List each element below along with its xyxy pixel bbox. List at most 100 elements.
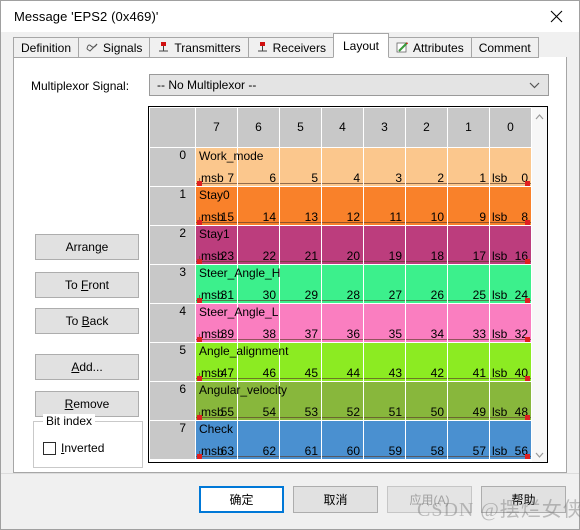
scroll-down-button[interactable] (532, 445, 548, 462)
to-back-button[interactable]: To Back (35, 308, 139, 334)
grid-col-header-7[interactable]: 7 (195, 107, 238, 148)
signal-bit-cell[interactable]: 20 (321, 225, 364, 265)
signal-bit-cell[interactable]: 13 (279, 186, 322, 226)
to-front-pre: To (64, 278, 81, 292)
signal-bit-cell[interactable]: 41 (447, 342, 490, 382)
signal-bit-cell[interactable]: 35 (363, 303, 406, 343)
signal-bit-cell[interactable]: 51 (363, 381, 406, 421)
add-button[interactable]: Add... (35, 354, 139, 380)
table-row[interactable]: 7 Check msb 63 62 61 60 59 58 57 lsb 56 (149, 420, 531, 460)
signal-bit-cell[interactable]: Angle_alignment msb 47 (195, 342, 288, 382)
signal-bit-cell[interactable]: lsb 0 (489, 147, 531, 187)
signal-bit-cell[interactable]: 21 (279, 225, 322, 265)
signal-bit-cell[interactable]: Steer_Angle_L msb 39 (195, 303, 278, 343)
arrange-button[interactable]: Arrange (35, 234, 139, 260)
signal-bit-cell[interactable]: 27 (363, 264, 406, 304)
cancel-button[interactable]: 取消 (293, 486, 378, 513)
signal-bit-cell[interactable]: 22 (237, 225, 280, 265)
tab-layout[interactable]: Layout (332, 33, 390, 58)
signal-bit-cell[interactable]: 18 (405, 225, 448, 265)
signal-bit-cell[interactable]: 34 (405, 303, 448, 343)
tab-definition[interactable]: Definition (13, 37, 80, 58)
signal-bit-cell[interactable]: lsb 56 (489, 420, 531, 460)
signal-bit-cell[interactable]: 1 (447, 147, 490, 187)
signal-bit-cell[interactable]: Steer_Angle_H msb 31 (195, 264, 280, 304)
signal-bit-cell[interactable]: 2 (405, 147, 448, 187)
signal-bit-cell[interactable]: 50 (405, 381, 448, 421)
signal-bit-cell[interactable]: 49 (447, 381, 490, 421)
grid-col-header-3[interactable]: 3 (363, 107, 406, 148)
signal-bit-cell[interactable]: 14 (237, 186, 280, 226)
help-button[interactable]: 帮助 (481, 486, 566, 513)
grid-col-header-0[interactable]: 0 (489, 107, 531, 148)
signal-bit-cell[interactable]: 19 (363, 225, 406, 265)
signal-bit-cell[interactable]: Angular_velocity msb 55 (195, 381, 287, 421)
bit-index-label: 18 (430, 249, 444, 263)
lsb-label: lsb (492, 288, 508, 302)
signal-bit-cell[interactable]: 3 (363, 147, 406, 187)
signal-bit-cell[interactable]: Check msb 63 (195, 420, 238, 460)
tab-receivers[interactable]: Receivers (247, 37, 334, 58)
grid-col-header-1[interactable]: 1 (447, 107, 490, 148)
signal-bit-cell[interactable]: 43 (363, 342, 406, 382)
signal-bit-cell[interactable]: 12 (321, 186, 364, 226)
signal-bit-cell[interactable]: Stay0 msb 15 (195, 186, 238, 226)
signal-bit-cell[interactable]: 60 (321, 420, 364, 460)
signal-bit-cell[interactable]: 17 (447, 225, 490, 265)
signal-bit-cell[interactable]: 62 (237, 420, 280, 460)
scroll-up-button[interactable] (532, 107, 548, 124)
inverted-checkbox[interactable] (43, 441, 56, 455)
signal-bit-cell[interactable]: 26 (405, 264, 448, 304)
close-button[interactable] (533, 1, 579, 31)
signal-bit-cell[interactable]: 52 (321, 381, 364, 421)
to-front-button[interactable]: To Front (35, 272, 139, 298)
grid-header-row: 7 6 5 4 3 2 1 0 (149, 107, 531, 148)
table-row[interactable]: 3 Steer_Angle_H msb 31 30 29 28 27 26 25 lsb 24 (149, 264, 531, 304)
grid-vertical-scrollbar[interactable] (531, 107, 547, 462)
signal-bit-cell[interactable]: 59 (363, 420, 406, 460)
inverted-checkbox-row[interactable]: Inverted (43, 441, 104, 455)
signal-bit-cell[interactable]: lsb 32 (489, 303, 531, 343)
multiplexor-signal-select[interactable]: -- No Multiplexor -- (149, 74, 549, 96)
table-row[interactable]: 6 Angular_velocity msb 55 54 53 52 51 50 49 lsb 48 (149, 381, 531, 421)
signal-bit-cell[interactable]: lsb 16 (489, 225, 531, 265)
tab-comment[interactable]: Comment (470, 37, 539, 58)
tab-attributes[interactable]: Attributes (388, 37, 472, 58)
signal-bit-cell[interactable]: lsb 48 (489, 381, 531, 421)
signal-bit-cell[interactable]: 25 (447, 264, 490, 304)
signal-bit-cell[interactable]: 61 (279, 420, 322, 460)
bit-index-label: 11 (389, 210, 402, 224)
tab-signals[interactable]: Signals (78, 37, 151, 58)
table-row[interactable]: 2 Stay1 msb 23 22 21 20 19 18 17 lsb 16 (149, 225, 531, 265)
signal-bit-cell[interactable]: lsb 40 (489, 342, 531, 382)
signal-bit-cell[interactable]: 11 (363, 186, 406, 226)
grid-col-header-2[interactable]: 2 (405, 107, 448, 148)
table-row[interactable]: 0 Work_mode msb 7 6 5 4 3 2 1 lsb 0 (149, 147, 531, 187)
signal-bit-cell[interactable]: 37 (279, 303, 322, 343)
signal-bit-cell[interactable]: 5 (279, 147, 322, 187)
signal-bit-cell[interactable]: 4 (321, 147, 364, 187)
signal-bit-cell[interactable]: 57 (447, 420, 490, 460)
grid-col-header-6[interactable]: 6 (237, 107, 280, 148)
signal-bit-cell[interactable]: lsb 24 (489, 264, 531, 304)
signal-bit-cell[interactable]: 10 (405, 186, 448, 226)
grid-col-header-4[interactable]: 4 (321, 107, 364, 148)
to-front-post: ront (88, 278, 110, 292)
signal-bit-cell[interactable]: Work_mode msb 7 (195, 147, 263, 187)
signal-bit-cell[interactable]: 44 (321, 342, 364, 382)
table-row[interactable]: 1 Stay0 msb 15 14 13 12 11 10 9 lsb 8 (149, 186, 531, 226)
tab-transmitters[interactable]: Transmitters (149, 37, 249, 58)
signal-bit-cell[interactable]: Stay1 msb 23 (195, 225, 238, 265)
signal-bit-cell[interactable]: lsb 8 (489, 186, 531, 226)
signal-bit-cell[interactable]: 28 (321, 264, 364, 304)
table-row[interactable]: 5 Angle_alignment msb 47 46 45 44 43 42 41 lsb 40 (149, 342, 531, 382)
signal-bit-cell[interactable]: 33 (447, 303, 490, 343)
table-row[interactable]: 4 Steer_Angle_L msb 39 38 37 36 35 34 33 lsb 32 (149, 303, 531, 343)
signal-bit-cell[interactable]: 9 (447, 186, 490, 226)
signal-bit-cell[interactable]: 58 (405, 420, 448, 460)
signal-bit-cell[interactable]: 36 (321, 303, 364, 343)
signal-bit-cell[interactable]: 42 (405, 342, 448, 382)
signal-bit-cell[interactable]: 29 (279, 264, 322, 304)
grid-col-header-5[interactable]: 5 (279, 107, 322, 148)
ok-button[interactable]: 确定 (199, 486, 284, 513)
